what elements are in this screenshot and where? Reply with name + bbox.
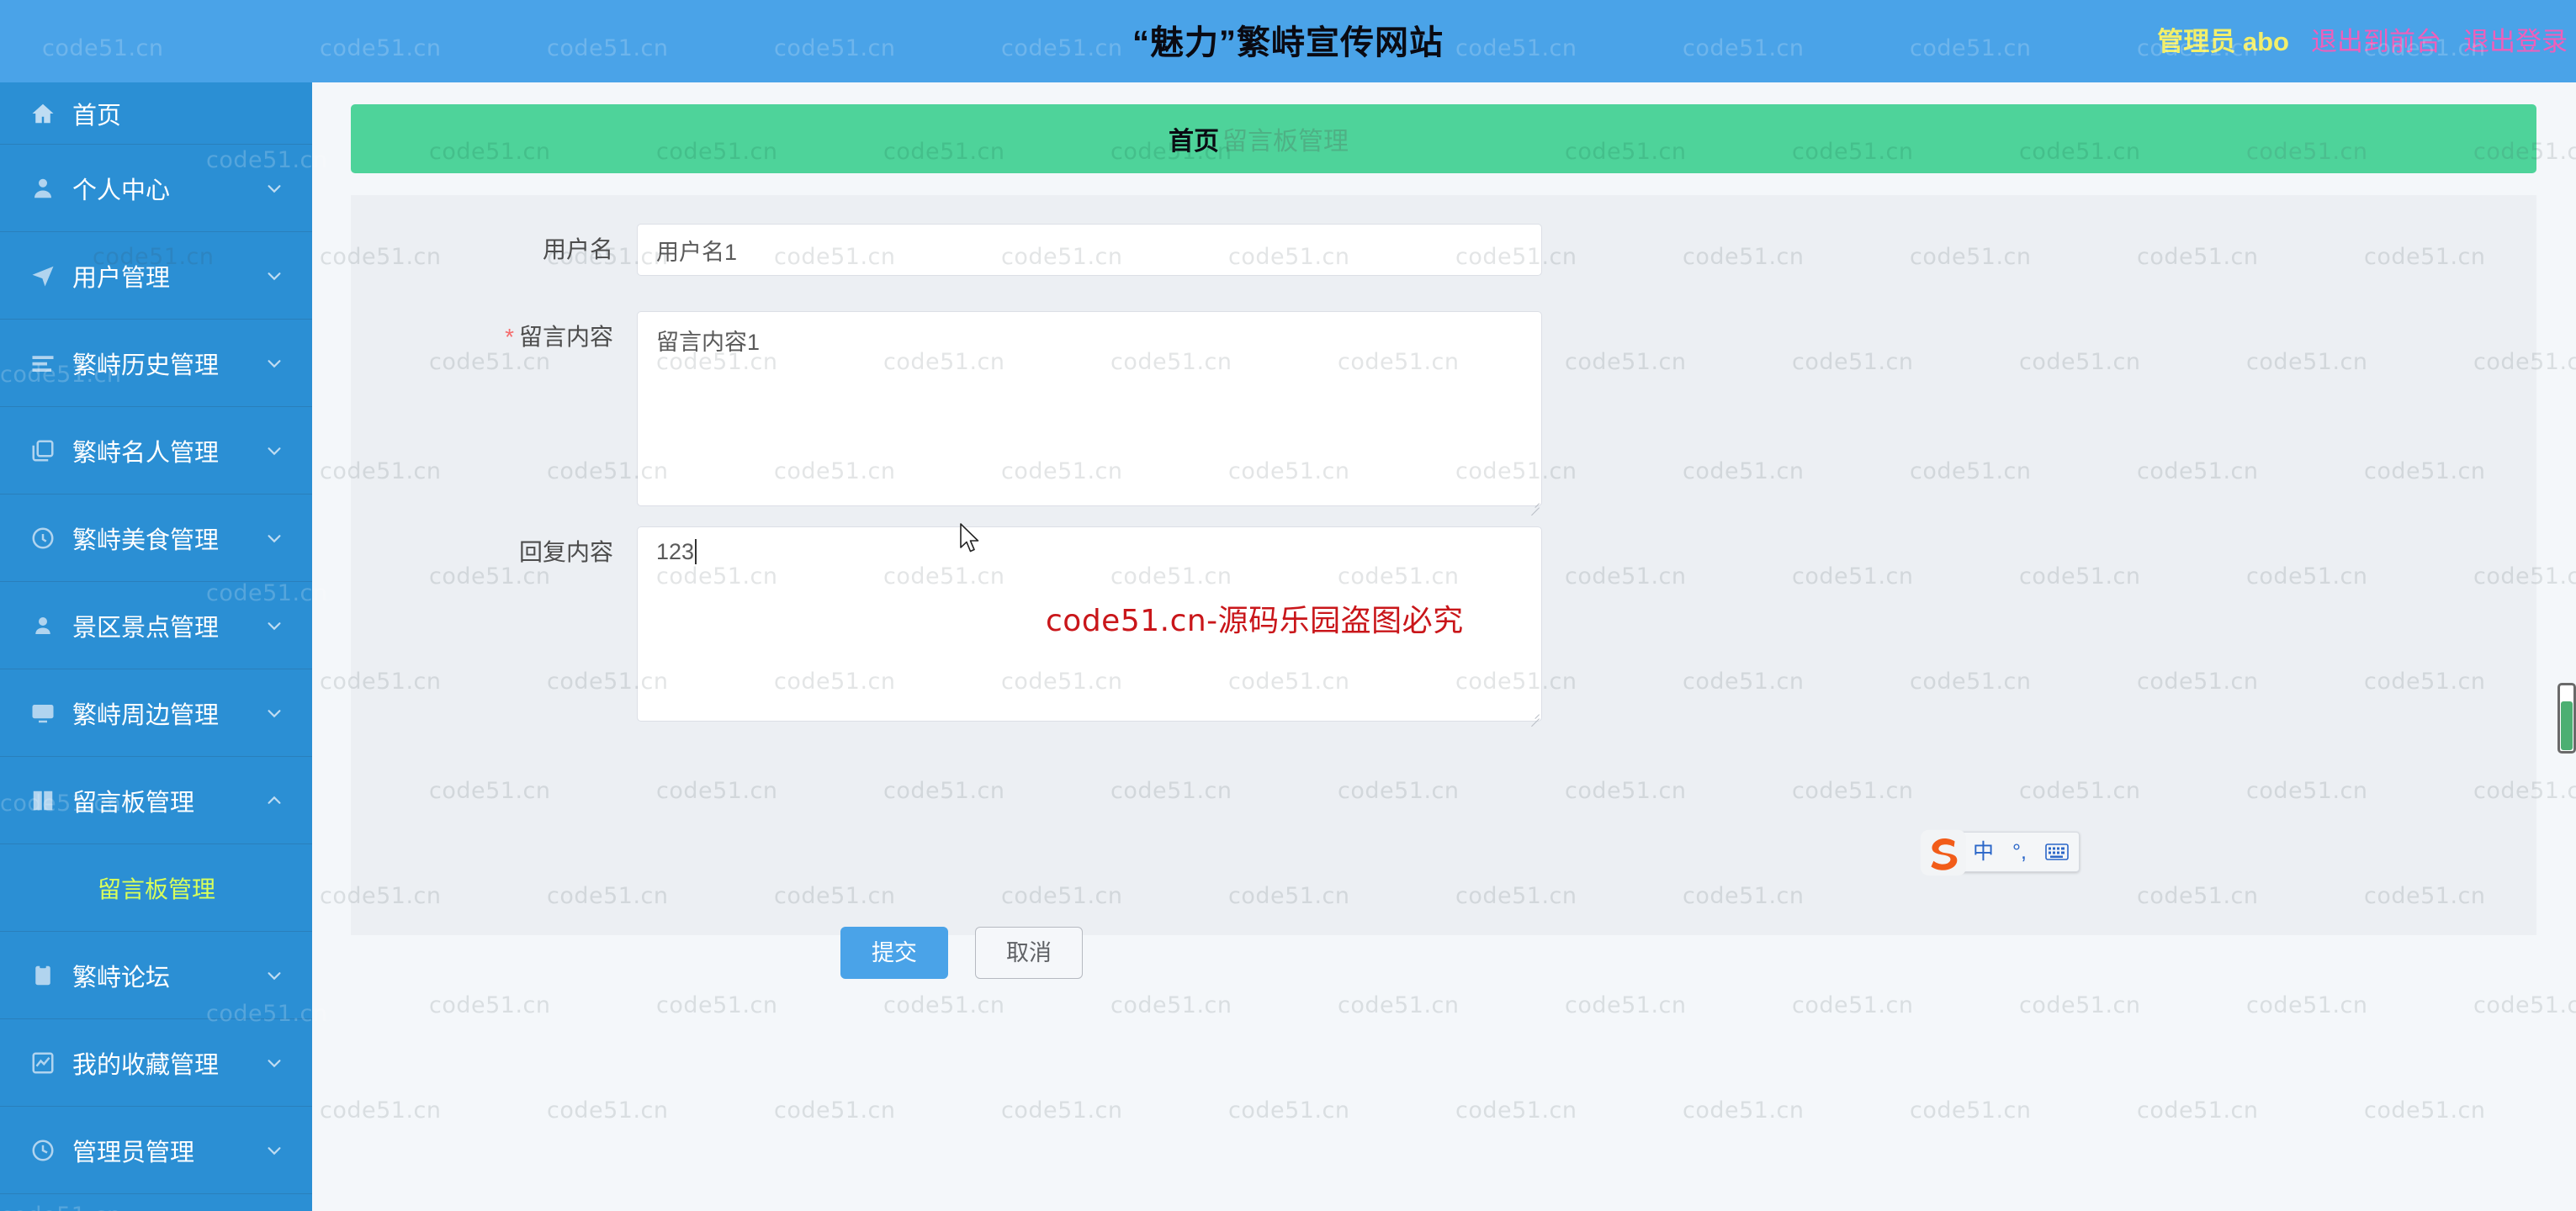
chevron-down-icon (265, 529, 284, 547)
submit-button[interactable]: 提交 (840, 927, 948, 979)
sidebar-item-my-favorites-management[interactable]: 我的收藏管理 (0, 1019, 312, 1107)
chevron-down-icon (265, 354, 284, 373)
chevron-down-icon (265, 966, 284, 985)
sidebar-item-celebrity-management[interactable]: 繁峙名人管理 (0, 407, 312, 494)
form-actions: 提交 取消 (840, 927, 1083, 979)
sidebar-item-label: 首页 (72, 102, 122, 130)
username-input[interactable] (637, 224, 1542, 276)
portrait-icon (29, 611, 57, 640)
breadcrumb: 首页 留言板管理 (351, 104, 2536, 173)
list-icon (29, 349, 57, 378)
clipboard-icon (29, 961, 57, 990)
chevron-down-icon (265, 442, 284, 460)
sidebar-item-message-board-management[interactable]: 留言板管理 (0, 757, 312, 844)
sidebar-item-history-management[interactable]: 繁峙历史管理 (0, 320, 312, 407)
sidebar-item-forum[interactable]: 繁峙论坛 (0, 932, 312, 1019)
sidebar: 首页 个人中心 用户管理 繁峙历史管理 繁峙名人管理 繁峙美食管理 景区景点管理… (0, 82, 312, 1211)
sidebar-subitem-label: 留言板管理 (98, 875, 216, 902)
sidebar-item-label: 个人中心 (72, 177, 171, 204)
sidebar-item-label: 繁峙美食管理 (72, 526, 220, 554)
sidebar-item-label: 留言板管理 (72, 789, 195, 817)
book-icon (29, 786, 57, 815)
clock-icon (29, 1136, 57, 1165)
chevron-up-icon (265, 791, 284, 810)
admin-name-label: 管理员 abo (2157, 27, 2289, 56)
sidebar-item-label: 繁峙周边管理 (72, 701, 220, 729)
sidebar-item-user-management[interactable]: 用户管理 (0, 232, 312, 320)
breadcrumb-inner: 首页 留言板管理 (1169, 120, 1349, 157)
sidebar-item-home[interactable]: 首页 (0, 82, 312, 145)
breadcrumb-current: 留言板管理 (1222, 128, 1349, 156)
chevron-down-icon (265, 1054, 284, 1072)
sidebar-item-label: 繁峙名人管理 (72, 439, 220, 467)
copy-icon (29, 436, 57, 465)
form-row-username: 用户名 (351, 224, 1542, 276)
edge-scroll-indicator[interactable] (2557, 683, 2576, 754)
chart-icon (29, 1049, 57, 1077)
sidebar-item-label: 管理员管理 (72, 1139, 195, 1166)
ime-language-mode-button[interactable]: 中 (1973, 841, 1994, 863)
service-icon (29, 524, 57, 553)
sidebar-item-scenic-spot-management[interactable]: 景区景点管理 (0, 582, 312, 669)
anti-theft-watermark: code51.cn-源码乐园盗图必究 (1046, 604, 1464, 638)
form-row-message-content: * 留言内容 (351, 311, 1542, 510)
reply-content-label: 回复内容 (518, 539, 613, 565)
paper-plane-icon (29, 262, 57, 290)
chevron-down-icon (265, 1141, 284, 1160)
ime-punctuation-button[interactable]: °, (2012, 841, 2027, 863)
sidebar-item-label: 景区景点管理 (72, 614, 220, 642)
text-caret (695, 539, 697, 564)
sidebar-item-label: 我的收藏管理 (72, 1051, 220, 1079)
user-icon (29, 174, 57, 203)
message-content-label: * 留言内容 (351, 311, 637, 363)
app-root: code51.cn code51.cn code51.cn code51.cn … (0, 0, 2576, 1211)
sogou-logo-icon[interactable] (1917, 827, 1969, 879)
sidebar-item-personal-center[interactable]: 个人中心 (0, 145, 312, 232)
monitor-icon (29, 699, 57, 727)
edge-indicator-fill (2561, 701, 2573, 750)
keyboard-icon[interactable] (2045, 843, 2069, 861)
sidebar-item-food-management[interactable]: 繁峙美食管理 (0, 494, 312, 582)
message-content-label-text: 留言内容 (518, 324, 613, 350)
message-board-form: 用户名 *留言内容 回复内容 123 (351, 195, 2536, 979)
sidebar-item-administrator-management[interactable]: 管理员管理 (0, 1107, 312, 1194)
username-label: 用户名 (542, 236, 613, 262)
reply-content-value: 123 (656, 539, 695, 564)
sidebar-item-label: 繁峙历史管理 (72, 352, 220, 379)
main-content: 首页 留言板管理 用户名 *留言内容 回复内 (312, 82, 2576, 1211)
cancel-button[interactable]: 取消 (975, 927, 1083, 979)
app-header: code51.cn code51.cn code51.cn code51.cn … (0, 0, 2576, 82)
sidebar-item-label: 繁峙论坛 (72, 964, 171, 992)
breadcrumb-home[interactable]: 首页 (1169, 120, 1219, 157)
sidebar-subitem-message-board-management[interactable]: 留言板管理 (0, 844, 312, 932)
home-icon (29, 99, 57, 128)
message-content-textarea[interactable] (637, 311, 1542, 506)
exit-to-frontend-link[interactable]: 退出到前台 (2311, 20, 2441, 58)
ime-toolbar: 中 °, (1920, 829, 2080, 876)
header-actions: 管理员 abo 退出到前台 退出登录 (2157, 20, 2568, 58)
sidebar-item-label: 用户管理 (72, 264, 171, 292)
required-star: * (505, 324, 514, 350)
logout-link[interactable]: 退出登录 (2463, 20, 2568, 58)
chevron-down-icon (265, 267, 284, 285)
sidebar-item-surrounding-management[interactable]: 繁峙周边管理 (0, 669, 312, 757)
chevron-down-icon (265, 704, 284, 722)
chevron-down-icon (265, 616, 284, 635)
chevron-down-icon (265, 179, 284, 198)
